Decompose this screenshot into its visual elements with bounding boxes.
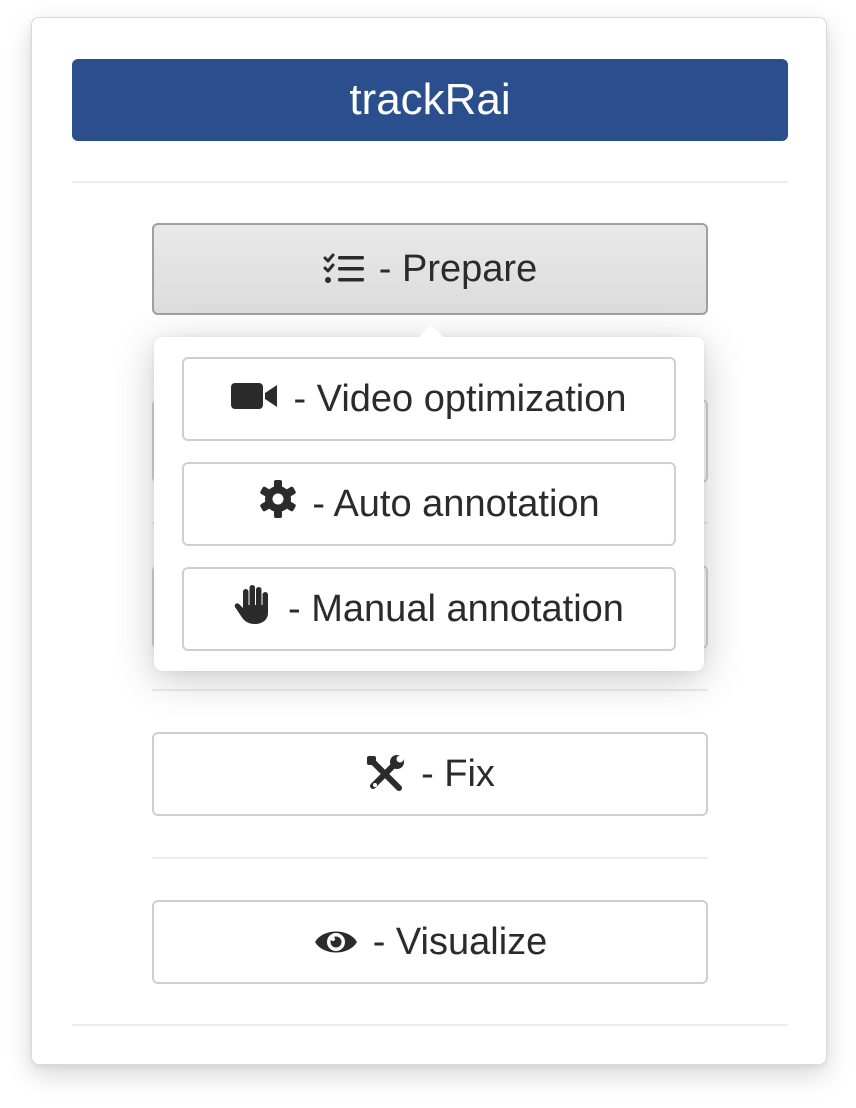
- video-optimization-button[interactable]: - Video optimization: [182, 357, 676, 441]
- divider: [152, 689, 708, 691]
- list-check-icon: [323, 252, 365, 286]
- prepare-label: - Prepare: [378, 247, 538, 290]
- eye-icon: [313, 926, 359, 958]
- popover-arrow: [418, 325, 444, 338]
- prepare-button[interactable]: - Prepare: [152, 223, 708, 315]
- gear-icon: [258, 479, 298, 529]
- visualize-label: - Visualize: [372, 920, 548, 963]
- video-optimization-label: - Video optimization: [293, 377, 627, 420]
- visualize-button[interactable]: - Visualize: [152, 900, 708, 984]
- divider: [152, 857, 708, 859]
- tools-icon: [365, 754, 407, 794]
- app-title-bar: trackRai: [72, 59, 788, 141]
- app-title: trackRai: [349, 75, 511, 124]
- fix-label: - Fix: [421, 752, 495, 795]
- divider: [72, 1024, 788, 1026]
- auto-annotation-button[interactable]: - Auto annotation: [182, 462, 676, 546]
- auto-annotation-label: - Auto annotation: [312, 482, 600, 525]
- fix-button[interactable]: - Fix: [152, 732, 708, 816]
- divider: [72, 181, 788, 183]
- manual-annotation-label: - Manual annotation: [288, 587, 624, 630]
- manual-annotation-button[interactable]: - Manual annotation: [182, 567, 676, 651]
- prepare-popover: - Video optimization - Auto annotation -…: [154, 325, 704, 671]
- video-camera-icon: [231, 378, 279, 421]
- sidebar-panel: trackRai - Prepare - Fix - Visualize - V…: [31, 17, 827, 1065]
- hand-icon: [234, 583, 274, 635]
